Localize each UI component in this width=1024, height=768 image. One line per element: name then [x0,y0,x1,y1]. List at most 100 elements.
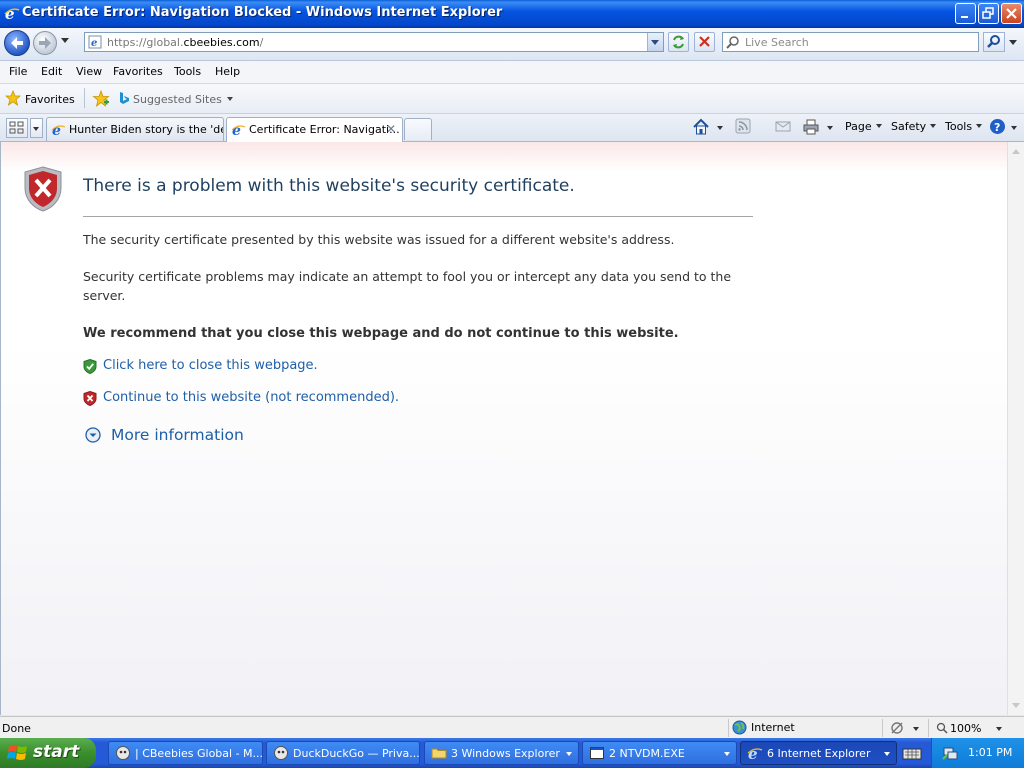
safety-menu[interactable]: Safety [891,120,937,133]
address-field[interactable]: e https://global.cbeebies.com/ [84,32,664,52]
red-shield-icon [83,391,97,406]
menu-file[interactable]: File [9,65,27,78]
tab-certificate-error[interactable]: e Certificate Error: Navigati... ✕ [226,117,403,142]
status-text: Done [2,722,31,735]
zoom-dropdown-icon[interactable] [996,727,1002,731]
menu-help[interactable]: Help [215,65,240,78]
folder-icon [431,748,447,759]
vertical-scrollbar[interactable] [1007,142,1024,715]
read-mail-icon[interactable] [775,118,791,134]
favorites-button[interactable]: Favorites [4,89,75,106]
stop-button[interactable] [694,32,715,52]
security-zone[interactable]: Internet [732,720,795,735]
menu-tools[interactable]: Tools [174,65,201,78]
more-information-label[interactable]: More information [111,426,244,444]
tab-list-dropdown[interactable] [30,118,43,138]
search-go-button[interactable] [983,32,1005,52]
tab-bar: e Hunter Biden story is the 'de... e Cer… [0,114,1024,142]
taskbar-item-duckduckgo[interactable]: DuckDuckGo — Priva... [266,741,420,765]
taskbar-item-label: DuckDuckGo — Priva... [293,747,420,760]
print-icon[interactable] [802,118,820,136]
search-options-dropdown[interactable] [1007,32,1019,52]
help-dropdown-icon[interactable] [1011,126,1017,130]
suggested-sites-button[interactable]: Suggested Sites [118,91,233,106]
error-explanation: Security certificate problems may indica… [83,269,732,303]
error-shield-icon [24,166,62,212]
menu-bar: File Edit View Favorites Tools Help [0,61,1024,84]
taskbar-item-ntvdm[interactable]: 2 NTVDM.EXE [582,741,737,765]
recent-pages-dropdown[interactable] [61,38,69,43]
minimize-icon [961,16,968,18]
tools-menu[interactable]: Tools [945,120,983,133]
clock[interactable]: 1:01 PM [968,746,1012,759]
group-dropdown-icon [724,752,730,756]
browser-app-icon [116,746,130,760]
add-to-favorites-icon[interactable] [92,90,110,108]
close-webpage-link-text[interactable]: Click here to close this webpage. [103,358,318,373]
arrow-right-icon [39,37,51,49]
restore-button[interactable] [978,3,999,24]
system-tray: 1:01 PM [931,738,1024,768]
error-description: The security certificate presented by th… [83,232,675,247]
search-input[interactable]: Live Search [722,32,979,52]
tab-hunter-biden[interactable]: e Hunter Biden story is the 'de... [46,117,224,141]
arrow-left-icon [11,37,23,49]
zoom-icon [936,722,948,734]
taskbar-item-cbeebies[interactable]: | CBeebies Global - M... [108,741,263,765]
help-icon[interactable]: ? [989,118,1006,135]
zoom-level[interactable]: 100% [936,722,981,735]
feeds-icon[interactable] [735,118,751,134]
status-separator [882,719,883,737]
new-tab-button[interactable] [404,118,432,140]
network-icon[interactable] [942,745,958,761]
chevron-down-icon [226,97,233,101]
window-titlebar[interactable]: e Certificate Error: Navigation Blocked … [0,0,1024,28]
zone-label: Internet [751,721,795,734]
close-window-button[interactable] [1001,3,1022,24]
scroll-up-button[interactable] [1009,144,1023,159]
menu-edit[interactable]: Edit [41,65,62,78]
minimize-button[interactable] [955,3,976,24]
forward-button[interactable] [33,31,57,55]
taskbar-item-internet-explorer[interactable]: e 6 Internet Explorer [740,741,897,765]
print-dropdown-icon[interactable] [827,126,833,130]
title-divider [83,216,753,217]
start-label: start [33,742,80,762]
menu-favorites[interactable]: Favorites [113,65,163,78]
status-separator [928,719,929,737]
status-bar: Done Internet 100% [0,716,1024,739]
ie-app-icon: e [747,745,763,761]
star-icon [4,89,22,106]
close-tab-icon[interactable]: ✕ [386,122,396,136]
protected-mode-icon[interactable] [890,721,906,736]
menu-view[interactable]: View [76,65,102,78]
favorites-separator [84,88,85,108]
restore-icon [982,7,994,19]
page-menu-label: Page [845,120,872,133]
search-icon [726,36,739,49]
tools-menu-label: Tools [945,120,973,133]
scroll-down-button[interactable] [1009,698,1023,713]
home-dropdown-icon[interactable] [717,126,723,130]
back-button[interactable] [4,30,30,56]
home-icon[interactable] [692,118,710,136]
taskbar-item-windows-explorer[interactable]: 3 Windows Explorer [424,741,579,765]
compatibility-view-button[interactable] [668,32,689,52]
page-menu[interactable]: Page [845,120,882,133]
stop-icon [699,36,710,47]
zoom-value: 100% [950,722,982,735]
svg-text:e: e [91,38,97,49]
keyboard-icon[interactable] [902,744,922,762]
svg-text:e: e [52,123,61,137]
quick-tabs-button[interactable] [6,118,28,138]
ie-page-icon: e [51,123,66,137]
expand-circle-icon [85,427,101,443]
start-button[interactable]: start [0,738,96,768]
address-toolbar: e https://global.cbeebies.com/ Live Sear… [0,28,1024,61]
quick-tabs-icon [9,121,24,134]
continue-website-link-text[interactable]: Continue to this website (not recommende… [103,390,399,405]
protected-mode-dropdown-icon[interactable] [913,727,919,731]
address-dropdown-button[interactable] [647,33,663,51]
search-placeholder: Live Search [745,36,809,49]
ie-logo-icon: e [4,5,20,21]
